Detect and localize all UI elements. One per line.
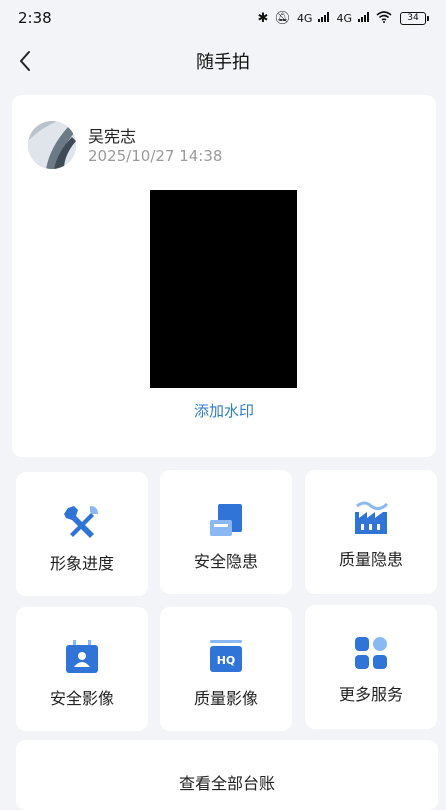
hazard-panel-icon (160, 500, 292, 540)
svg-text:HQ: HQ (217, 654, 236, 667)
apps-grid-icon (305, 633, 437, 673)
view-all-ledger-label: 查看全部台账 (178, 774, 275, 793)
user-name: 吴宪志 (88, 127, 137, 146)
battery-level: 34 (407, 12, 419, 23)
status-time: 2:38 (18, 9, 52, 27)
tile-more-services[interactable]: 更多服务 (305, 605, 437, 729)
add-watermark-link[interactable]: 添加水印 (12, 400, 436, 421)
battery-icon: 34 (400, 11, 429, 25)
network-indicator-2: 4G (336, 11, 352, 25)
tile-quality-image-label: 质量影像 (193, 689, 258, 708)
tools-icon (16, 502, 148, 542)
view-all-ledger-button[interactable]: 查看全部台账 (16, 740, 438, 810)
page-title: 随手拍 (196, 52, 250, 73)
bluetooth-icon: ✱ (257, 10, 269, 26)
signal-icon-2 (358, 11, 370, 25)
avatar[interactable] (28, 121, 76, 169)
tile-more-services-label: 更多服务 (338, 685, 403, 704)
nav-bar: 随手拍 (0, 38, 446, 84)
tile-progress-label: 形象进度 (49, 554, 114, 573)
tile-safety-image[interactable]: 安全影像 (16, 607, 148, 731)
photo-card: 吴宪志 2025/10/27 14:38 添加水印 (12, 95, 436, 457)
wifi-icon (376, 10, 392, 26)
network-indicator-1: 4G (296, 11, 313, 25)
status-bar: 2:38 ✱ 🔕︎ 4G 4G 34 (0, 0, 446, 36)
hq-monitor-icon: HQ (160, 637, 292, 677)
photo-preview[interactable] (150, 190, 297, 388)
tile-safety-image-label: 安全影像 (49, 689, 114, 708)
tile-safety-hazard-label: 安全隐患 (193, 552, 258, 571)
photo-timestamp: 2025/10/27 14:38 (88, 147, 223, 165)
back-button[interactable] (10, 46, 40, 76)
status-icons: ✱ 🔕︎ 4G 4G 34 (257, 10, 429, 26)
factory-icon (305, 498, 437, 538)
tile-quality-image[interactable]: HQ 质量影像 (160, 607, 292, 731)
id-card-icon (16, 637, 148, 677)
signal-icon (318, 11, 330, 25)
tile-safety-hazard[interactable]: 安全隐患 (160, 470, 292, 594)
mute-icon: 🔕︎ (274, 10, 291, 26)
tile-quality-hazard-label: 质量隐患 (338, 550, 403, 569)
chevron-left-icon (20, 51, 30, 71)
tile-quality-hazard[interactable]: 质量隐患 (305, 470, 437, 594)
tile-progress[interactable]: 形象进度 (16, 472, 148, 596)
